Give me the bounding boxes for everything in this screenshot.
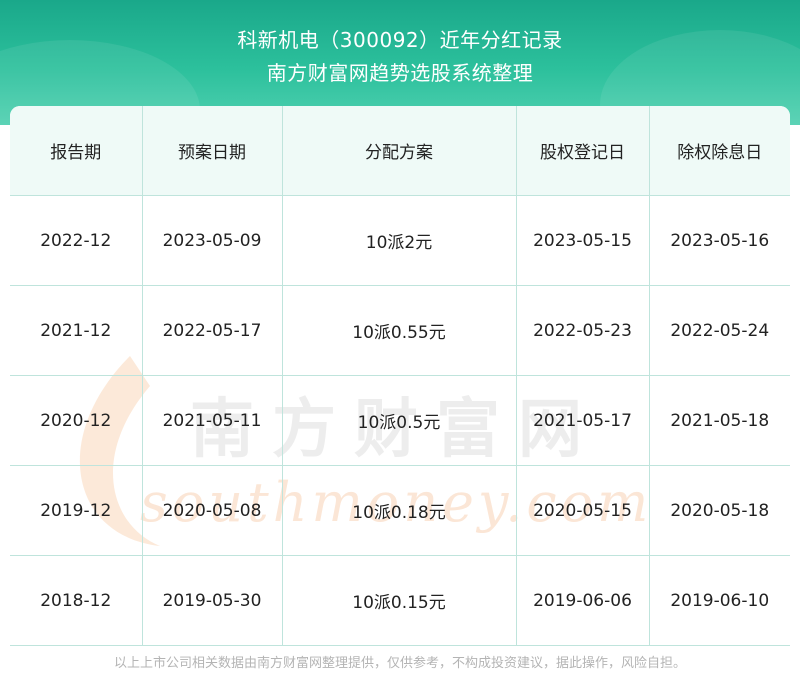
table-row: 2018-12 2019-05-30 10派0.15元 2019-06-06 2… [10, 555, 790, 646]
cell-record-date: 2023-05-15 [515, 195, 650, 286]
cell-plan-date: 2019-05-30 [141, 555, 283, 646]
column-header-ex-dividend-date: 除权除息日 [648, 106, 790, 196]
table-card: 南方财富网 southmoney.com 报告期 预案日期 分配方案 股权登记日… [10, 106, 790, 646]
cell-ex-dividend-date: 2019-06-10 [648, 555, 790, 646]
cell-distribution-plan: 10派0.55元 [281, 285, 517, 376]
table-row: 2020-12 2021-05-11 10派0.5元 2021-05-17 20… [10, 375, 790, 466]
column-header-report-period: 报告期 [10, 106, 143, 196]
cell-report-period: 2022-12 [10, 195, 143, 286]
cell-plan-date: 2022-05-17 [141, 285, 283, 376]
table-header-row: 报告期 预案日期 分配方案 股权登记日 除权除息日 [10, 106, 790, 196]
cell-report-period: 2021-12 [10, 285, 143, 376]
cell-ex-dividend-date: 2023-05-16 [648, 195, 790, 286]
cell-plan-date: 2023-05-09 [141, 195, 283, 286]
cell-record-date: 2019-06-06 [515, 555, 650, 646]
cell-record-date: 2020-05-15 [515, 465, 650, 556]
cell-ex-dividend-date: 2020-05-18 [648, 465, 790, 556]
page-subtitle: 南方财富网趋势选股系统整理 [266, 61, 534, 85]
cell-distribution-plan: 10派0.18元 [281, 465, 517, 556]
cell-plan-date: 2021-05-11 [141, 375, 283, 466]
cell-report-period: 2020-12 [10, 375, 143, 466]
column-header-plan-date: 预案日期 [141, 106, 283, 196]
table-row: 2021-12 2022-05-17 10派0.55元 2022-05-23 2… [10, 285, 790, 376]
cell-distribution-plan: 10派0.5元 [281, 375, 517, 466]
cell-plan-date: 2020-05-08 [141, 465, 283, 556]
cell-distribution-plan: 10派2元 [281, 195, 517, 286]
page-title: 科新机电（300092）近年分红记录 [237, 28, 563, 52]
cell-record-date: 2022-05-23 [515, 285, 650, 376]
cell-record-date: 2021-05-17 [515, 375, 650, 466]
disclaimer-text: 以上上市公司相关数据由南方财富网整理提供，仅供参考，不构成投资建议，据此操作，风… [113, 656, 686, 671]
table-row: 2022-12 2023-05-09 10派2元 2023-05-15 2023… [10, 195, 790, 286]
column-header-record-date: 股权登记日 [515, 106, 650, 196]
cell-ex-dividend-date: 2021-05-18 [648, 375, 790, 466]
dividend-table: 报告期 预案日期 分配方案 股权登记日 除权除息日 2022-12 2023-0… [10, 106, 790, 646]
cell-distribution-plan: 10派0.15元 [281, 555, 517, 646]
cell-report-period: 2018-12 [10, 555, 143, 646]
column-header-distribution-plan: 分配方案 [281, 106, 517, 196]
table-row: 2019-12 2020-05-08 10派0.18元 2020-05-15 2… [10, 465, 790, 556]
cell-ex-dividend-date: 2022-05-24 [648, 285, 790, 376]
cell-report-period: 2019-12 [10, 465, 143, 556]
